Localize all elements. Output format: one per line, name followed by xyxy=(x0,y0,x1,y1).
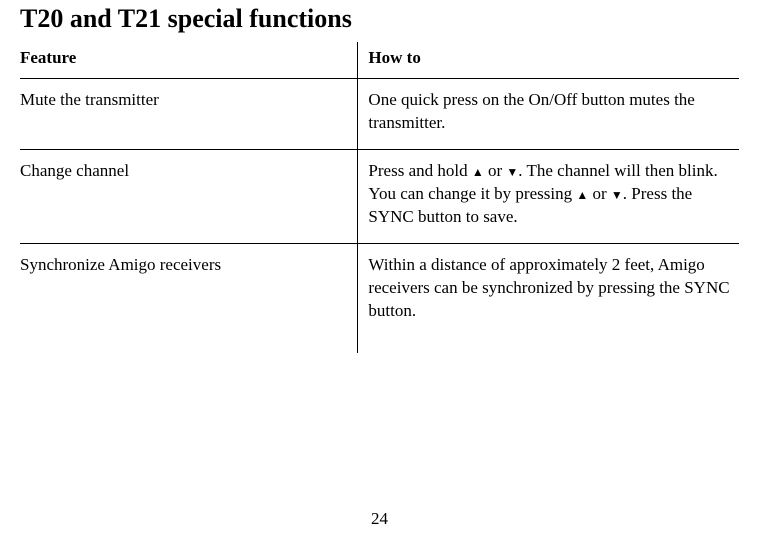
functions-table: Feature How to Mute the transmitterOne q… xyxy=(20,42,739,353)
feature-cell: Change channel xyxy=(20,149,358,243)
howto-cell: Press and hold ▲ or ▼. The channel will … xyxy=(358,149,739,243)
arrow-down-icon: ▼ xyxy=(506,166,518,178)
page-title: T20 and T21 special functions xyxy=(20,4,739,34)
feature-cell: Mute the transmitter xyxy=(20,79,358,150)
header-feature: Feature xyxy=(20,42,358,79)
arrow-down-icon: ▼ xyxy=(611,189,623,201)
feature-cell: Synchronize Amigo receivers xyxy=(20,243,358,352)
table-row: Synchronize Amigo receiversWithin a dist… xyxy=(20,243,739,352)
table-row: Mute the transmitterOne quick press on t… xyxy=(20,79,739,150)
arrow-up-icon: ▲ xyxy=(472,166,484,178)
table-row: Change channelPress and hold ▲ or ▼. The… xyxy=(20,149,739,243)
arrow-up-icon: ▲ xyxy=(576,189,588,201)
header-howto: How to xyxy=(358,42,739,79)
howto-cell: Within a distance of approximately 2 fee… xyxy=(358,243,739,352)
page-number: 24 xyxy=(0,509,759,529)
howto-cell: One quick press on the On/Off button mut… xyxy=(358,79,739,150)
